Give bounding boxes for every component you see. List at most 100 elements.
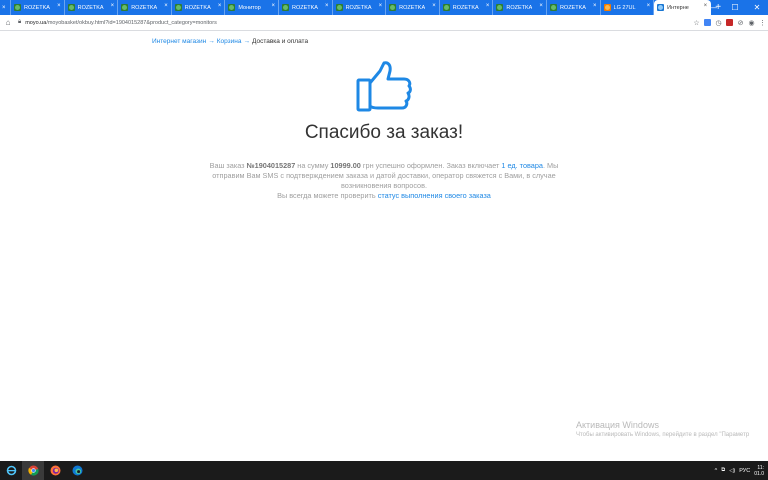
tab-label: ROZETKA (559, 4, 586, 11)
home-icon[interactable]: ⌂ (2, 17, 14, 29)
browser-tab[interactable]: ROZETKA × (440, 0, 494, 15)
close-tab-icon[interactable]: × (379, 3, 383, 9)
browser-toolbar: ⌂ 🔒︎ moyo.ua/moyobasket/okbuy.html?id=19… (0, 15, 768, 31)
translate-icon[interactable] (702, 17, 713, 29)
tab-label: ROZETKA (506, 4, 533, 11)
tab-label: ROZETKA (399, 4, 426, 11)
order-number: №1904015287 (246, 161, 296, 170)
close-tab-icon[interactable]: × (486, 3, 490, 9)
tab-label: ROZETKA (345, 4, 372, 11)
rozetka-icon (121, 4, 129, 11)
browser-tab[interactable]: LG 27UL × (601, 0, 655, 15)
history-icon[interactable]: ◷ (713, 17, 724, 29)
thumbs-up-icon (356, 61, 412, 112)
browser-tab[interactable]: ROZETKA × (333, 0, 387, 15)
volume-icon[interactable]: ◁) (729, 468, 735, 474)
close-tab-icon[interactable]: × (325, 3, 329, 9)
breadcrumb-separator: → (208, 38, 215, 45)
order-amount: 10999.00 (330, 161, 361, 170)
close-tab-icon[interactable]: × (271, 3, 275, 9)
rozetka-icon (281, 4, 289, 11)
close-tab-icon[interactable]: × (57, 3, 61, 9)
extension-red-icon[interactable] (724, 17, 735, 29)
browser-tab[interactable]: ROZETKA × (279, 0, 333, 15)
rozetka-icon (496, 4, 504, 11)
windows-activation-watermark: Активация Windows Чтобы активировать Win… (576, 420, 749, 438)
lock-icon: 🔒︎ (18, 19, 22, 25)
browser-tab[interactable]: ROZETKA × (547, 0, 601, 15)
order-items-link[interactable]: 1 ед. товара (501, 161, 543, 170)
address-bar[interactable]: 🔒︎ moyo.ua/moyobasket/okbuy.html?id=1904… (18, 16, 685, 29)
close-tab-icon[interactable]: × (432, 3, 436, 9)
breadcrumb-cart-link[interactable]: Корзина (217, 38, 242, 45)
close-tab-icon[interactable]: × (539, 3, 543, 9)
close-window-button[interactable]: ✕ (746, 0, 768, 15)
rozetka-icon (14, 4, 21, 11)
network-icon[interactable]: ⧉ (721, 467, 725, 474)
close-tab-icon[interactable]: × (593, 3, 597, 9)
order-confirmation-message: Ваш заказ №1904015287 на сумму 10999.00 … (204, 161, 564, 201)
minimize-button[interactable]: — (702, 0, 724, 15)
close-tab-icon[interactable]: × (647, 3, 651, 9)
browser-tab[interactable]: ROZETKA × (493, 0, 547, 15)
chrome-icon[interactable] (22, 461, 44, 480)
breadcrumb-current: Доставка и оплата (252, 38, 309, 45)
message-text: грн успешно оформлен. Заказ включает (360, 161, 502, 170)
breadcrumb-separator: → (243, 38, 251, 45)
menu-icon[interactable]: ⋮ (757, 17, 768, 29)
tab-label: ROZETKA (452, 4, 479, 11)
tab-label: Монитор (238, 4, 261, 11)
profile-icon[interactable]: ◉ (746, 17, 757, 29)
breadcrumb: Интернет магазин → Корзина → Доставка и опла… (152, 38, 308, 45)
activation-subtitle: Чтобы активировать Windows, перейдите в … (576, 432, 750, 438)
hotline-icon (603, 4, 611, 11)
windows-taskbar: ^ ⧉ ◁) РУС 11: 01.0 (0, 461, 768, 480)
moyo-icon (657, 4, 665, 11)
close-tab-icon[interactable]: × (164, 3, 168, 9)
tab-scroll-left[interactable]: × (0, 0, 11, 15)
message-text: на сумму (295, 161, 331, 170)
rozetka-icon (67, 4, 75, 11)
edge-icon[interactable] (66, 461, 88, 480)
rozetka-icon (442, 4, 450, 11)
rozetka-icon (174, 4, 182, 11)
browser-tab[interactable]: ROZETKA × (172, 0, 226, 15)
tab-label: ROZETKA (184, 4, 211, 11)
browser-tab[interactable]: Монитор × (225, 0, 279, 15)
order-status-link[interactable]: статус выполнения своего заказа (378, 191, 491, 200)
window-controls: — ☐ ✕ (702, 0, 768, 15)
bookmark-star-icon[interactable]: ☆ (691, 17, 702, 29)
rozetka-icon (549, 4, 557, 11)
message-text: Вы всегда можете проверить (277, 191, 378, 200)
tab-label: LG 27UL (613, 4, 636, 11)
close-tab-icon[interactable]: × (218, 3, 222, 9)
tab-label: ROZETKA (24, 4, 50, 11)
rozetka-icon (228, 4, 236, 11)
system-tray: ^ ⧉ ◁) РУС 11: 01.0 (715, 461, 768, 480)
maximize-button[interactable]: ☐ (724, 0, 746, 15)
firefox-icon[interactable] (44, 461, 66, 480)
language-indicator[interactable]: РУС (739, 468, 750, 474)
browser-tab[interactable]: ROZETKA × (118, 0, 172, 15)
rozetka-icon (335, 4, 343, 11)
activation-title: Активация Windows (576, 420, 659, 430)
internet-explorer-icon[interactable] (0, 461, 22, 480)
close-tab-icon[interactable]: × (111, 3, 115, 9)
tab-label: ROZETKA (131, 4, 158, 11)
url-host: moyo.ua (25, 19, 47, 26)
browser-tab[interactable]: ROZETKA × (65, 0, 119, 15)
rozetka-icon (389, 4, 397, 11)
browser-tab-strip: × ROZETKA × ROZETKA × ROZETKA × ROZETKA × Монито… (0, 0, 768, 15)
breadcrumb-shop-link[interactable]: Интернет магазин (152, 38, 206, 45)
clock-date: 01.0 (754, 470, 764, 477)
tab-label: ROZETKA (77, 4, 104, 11)
clock[interactable]: 11: 01.0 (754, 465, 764, 477)
extension-shield-icon[interactable]: ⊘ (735, 17, 746, 29)
browser-tab[interactable]: ROZETKA × (11, 0, 65, 15)
tab-label: Интерне (667, 4, 689, 11)
browser-tab[interactable]: ROZETKA × (386, 0, 440, 15)
show-hidden-icons-icon[interactable]: ^ (715, 468, 718, 474)
tab-label: ROZETKA (291, 4, 318, 11)
page-title: Спасибо за заказ! (304, 122, 464, 143)
url-path: /moyobasket/okbuy.html?id=1904015287&pro… (46, 19, 217, 26)
